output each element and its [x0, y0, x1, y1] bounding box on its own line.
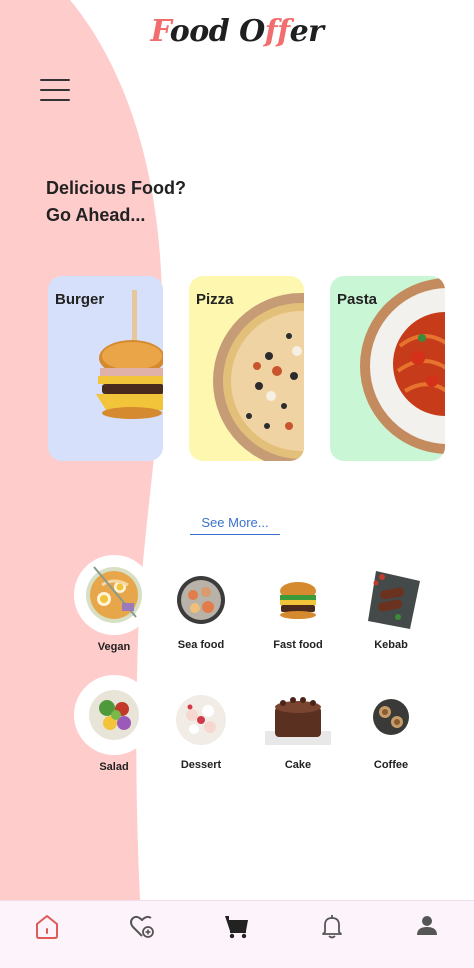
card-pizza[interactable]: Pizza [189, 276, 304, 461]
category-label: Kebab [374, 639, 408, 651]
bell-icon [322, 915, 342, 939]
nav-home[interactable] [32, 911, 62, 941]
category-label: Fast food [273, 639, 323, 651]
card-label: Pizza [196, 291, 234, 308]
hero-line-1: Delicious Food? [46, 178, 187, 198]
category-dessert[interactable]: Dessert [155, 687, 247, 771]
see-more-link[interactable]: See More... [190, 515, 280, 535]
category-label: Salad [99, 761, 129, 773]
heart-plus-icon [130, 915, 154, 938]
category-coffee[interactable]: Coffee [345, 687, 437, 771]
cart-icon [225, 916, 248, 939]
noodle-bowl-icon [74, 555, 154, 635]
nav-notifications[interactable] [317, 911, 347, 941]
card-pasta[interactable]: Pasta [330, 276, 445, 461]
app-logo: Food Offer [150, 14, 324, 49]
kebab-plate-icon [358, 567, 424, 633]
menu-icon[interactable] [38, 76, 72, 104]
category-label: Sea food [177, 639, 225, 651]
featured-cards: Burger Pizza Pasta [48, 276, 474, 462]
home-icon [36, 915, 58, 939]
nav-profile[interactable] [412, 911, 442, 941]
card-label: Burger [55, 291, 105, 308]
category-label: Dessert [180, 759, 222, 771]
category-seafood[interactable]: Sea food [155, 567, 247, 651]
nav-cart[interactable] [222, 911, 252, 941]
category-vegan[interactable]: Vegan [68, 555, 160, 653]
dessert-plate-icon [168, 687, 234, 753]
nav-favorites[interactable] [127, 911, 157, 941]
user-icon [417, 916, 437, 935]
category-label: Cake [284, 759, 312, 771]
category-cake[interactable]: Cake [252, 687, 344, 771]
category-fastfood[interactable]: Fast food [252, 567, 344, 651]
category-kebab[interactable]: Kebab [345, 567, 437, 651]
category-label: Vegan [97, 641, 131, 653]
cake-icon [265, 687, 331, 753]
hero-line-2: Go Ahead... [46, 205, 146, 225]
background-wave [0, 0, 163, 900]
category-label: Coffee [373, 759, 409, 771]
salad-bowl-icon [74, 675, 154, 755]
hero-heading: Delicious Food? Go Ahead... [46, 175, 186, 229]
coffee-cups-icon [358, 687, 424, 753]
card-burger[interactable]: Burger [48, 276, 163, 461]
card-label: Pasta [337, 291, 378, 308]
category-salad[interactable]: Salad [68, 675, 160, 773]
seafood-plate-icon [168, 567, 234, 633]
burger-icon [265, 567, 331, 633]
bottom-nav [0, 900, 474, 968]
